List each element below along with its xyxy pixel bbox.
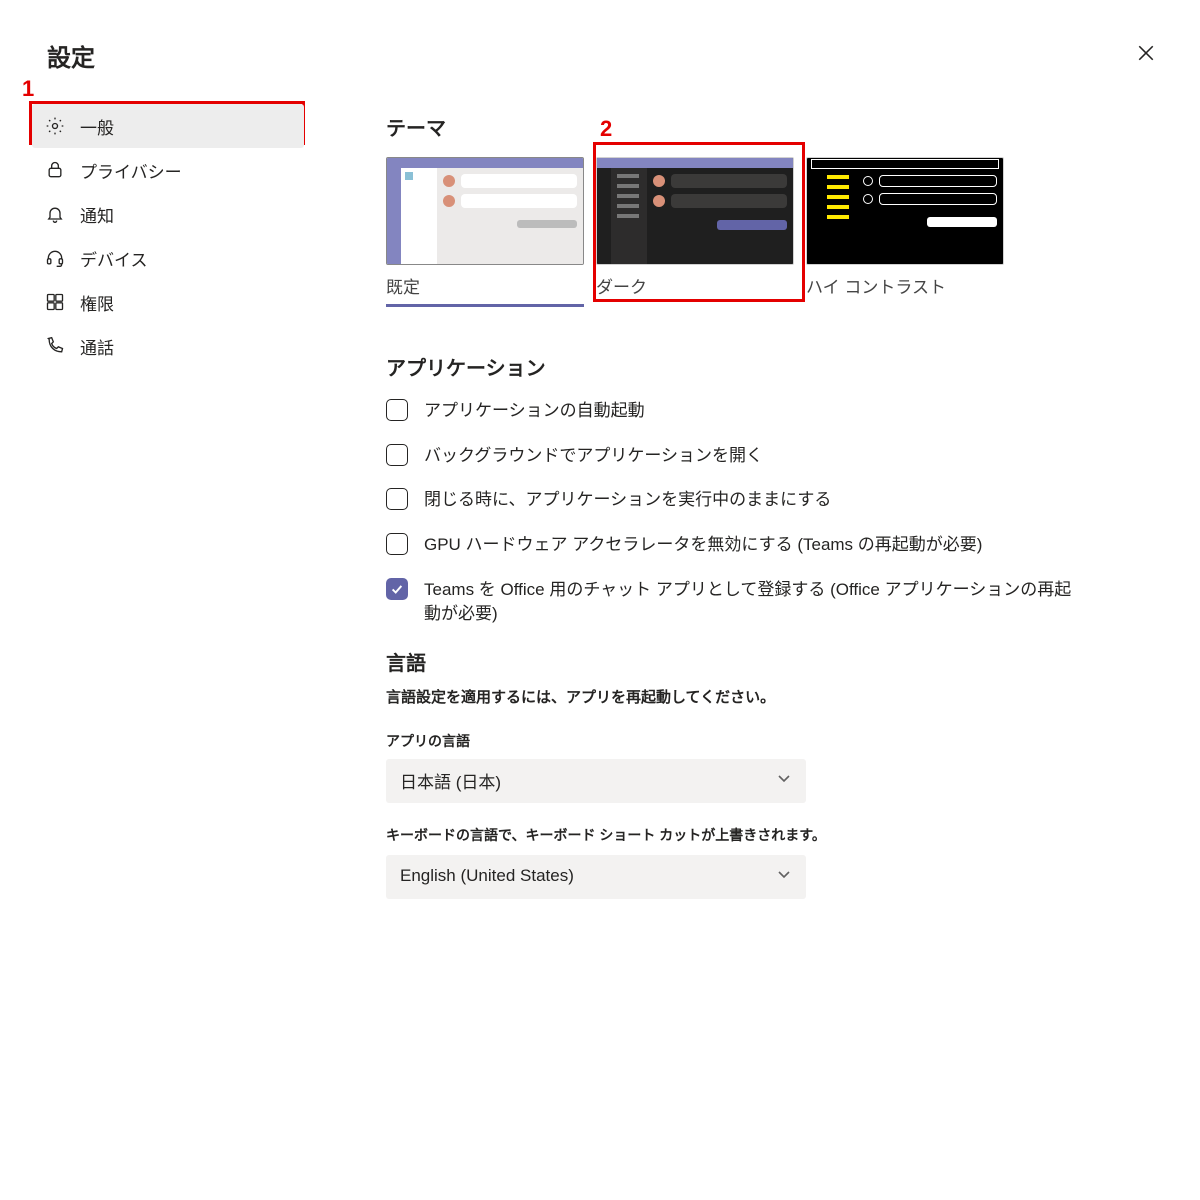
bell-icon bbox=[44, 203, 66, 225]
app-language-label: アプリの言語 bbox=[386, 731, 1086, 751]
lock-icon bbox=[44, 159, 66, 181]
select-value: English (United States) bbox=[400, 866, 574, 886]
theme-option-high-contrast[interactable]: ハイ コントラスト bbox=[806, 157, 1004, 298]
checkbox-label: アプリケーションの自動起動 bbox=[424, 399, 1086, 424]
checkbox-icon bbox=[386, 578, 408, 600]
theme-preview-default bbox=[386, 157, 584, 265]
select-value: 日本語 (日本) bbox=[400, 768, 501, 793]
theme-preview-dark bbox=[596, 157, 794, 265]
application-heading: アプリケーション bbox=[386, 352, 1086, 381]
sidebar-item-label: デバイス bbox=[80, 246, 148, 271]
app-language-select[interactable]: 日本語 (日本) bbox=[386, 759, 806, 803]
close-icon bbox=[1137, 50, 1155, 65]
theme-options: 既定 ダーク bbox=[386, 157, 1086, 298]
language-section: 言語 言語設定を適用するには、アプリを再起動してください。 アプリの言語 日本語… bbox=[386, 647, 1086, 899]
checkbox-icon bbox=[386, 488, 408, 510]
checkbox-auto-start[interactable]: アプリケーションの自動起動 bbox=[386, 399, 1086, 424]
sidebar-item-label: プライバシー bbox=[80, 158, 182, 183]
checkbox-open-in-background[interactable]: バックグラウンドでアプリケーションを開く bbox=[386, 444, 1086, 469]
page-title: 設定 bbox=[47, 38, 95, 73]
sidebar-item-calls[interactable]: 通話 bbox=[32, 324, 304, 368]
chevron-down-icon bbox=[776, 770, 792, 791]
language-heading: 言語 bbox=[386, 647, 1086, 676]
theme-preview-high-contrast bbox=[806, 157, 1004, 265]
checkbox-icon bbox=[386, 533, 408, 555]
sidebar-item-label: 通話 bbox=[80, 334, 114, 359]
keyboard-language-label: キーボードの言語で、キーボード ショート カットが上書きされます。 bbox=[386, 825, 1086, 845]
gear-icon bbox=[44, 115, 66, 137]
checkbox-label: バックグラウンドでアプリケーションを開く bbox=[424, 444, 1086, 469]
chevron-down-icon bbox=[776, 866, 792, 887]
headset-icon bbox=[44, 247, 66, 269]
sidebar-item-label: 通知 bbox=[80, 202, 114, 227]
content: テーマ 既定 bbox=[386, 112, 1086, 921]
phone-icon bbox=[44, 335, 66, 357]
checkbox-icon bbox=[386, 399, 408, 421]
sidebar-item-label: 一般 bbox=[80, 114, 114, 139]
sidebar-item-label: 権限 bbox=[80, 290, 114, 315]
sidebar-item-notifications[interactable]: 通知 bbox=[32, 192, 304, 236]
apps-icon bbox=[44, 291, 66, 313]
sidebar-item-permissions[interactable]: 権限 bbox=[32, 280, 304, 324]
settings-sidebar: 一般 プライバシー 通知 デバイス 権限 通話 bbox=[32, 104, 304, 368]
checkbox-register-office-chat[interactable]: Teams を Office 用のチャット アプリとして登録する (Office… bbox=[386, 578, 1086, 627]
sidebar-item-privacy[interactable]: プライバシー bbox=[32, 148, 304, 192]
theme-label: ダーク bbox=[596, 273, 794, 298]
checkbox-disable-gpu[interactable]: GPU ハードウェア アクセラレータを無効にする (Teams の再起動が必要) bbox=[386, 533, 1086, 558]
theme-option-dark[interactable]: ダーク bbox=[596, 157, 794, 298]
theme-label: 既定 bbox=[386, 273, 584, 298]
close-button[interactable] bbox=[1134, 42, 1158, 66]
checkbox-keep-running-on-close[interactable]: 閉じる時に、アプリケーションを実行中のままにする bbox=[386, 488, 1086, 513]
language-note: 言語設定を適用するには、アプリを再起動してください。 bbox=[386, 686, 1086, 707]
annotation-1-label: 1 bbox=[22, 76, 34, 102]
checkbox-label: GPU ハードウェア アクセラレータを無効にする (Teams の再起動が必要) bbox=[424, 533, 1086, 558]
theme-heading: テーマ bbox=[386, 112, 1086, 141]
theme-label: ハイ コントラスト bbox=[806, 273, 1004, 298]
keyboard-language-select[interactable]: English (United States) bbox=[386, 855, 806, 899]
application-section: アプリケーション アプリケーションの自動起動 バックグラウンドでアプリケーション… bbox=[386, 352, 1086, 627]
checkbox-label: 閉じる時に、アプリケーションを実行中のままにする bbox=[424, 488, 1086, 513]
checkbox-label: Teams を Office 用のチャット アプリとして登録する (Office… bbox=[424, 578, 1086, 627]
sidebar-item-general[interactable]: 一般 bbox=[32, 104, 304, 148]
checkbox-icon bbox=[386, 444, 408, 466]
sidebar-item-devices[interactable]: デバイス bbox=[32, 236, 304, 280]
theme-option-default[interactable]: 既定 bbox=[386, 157, 584, 307]
